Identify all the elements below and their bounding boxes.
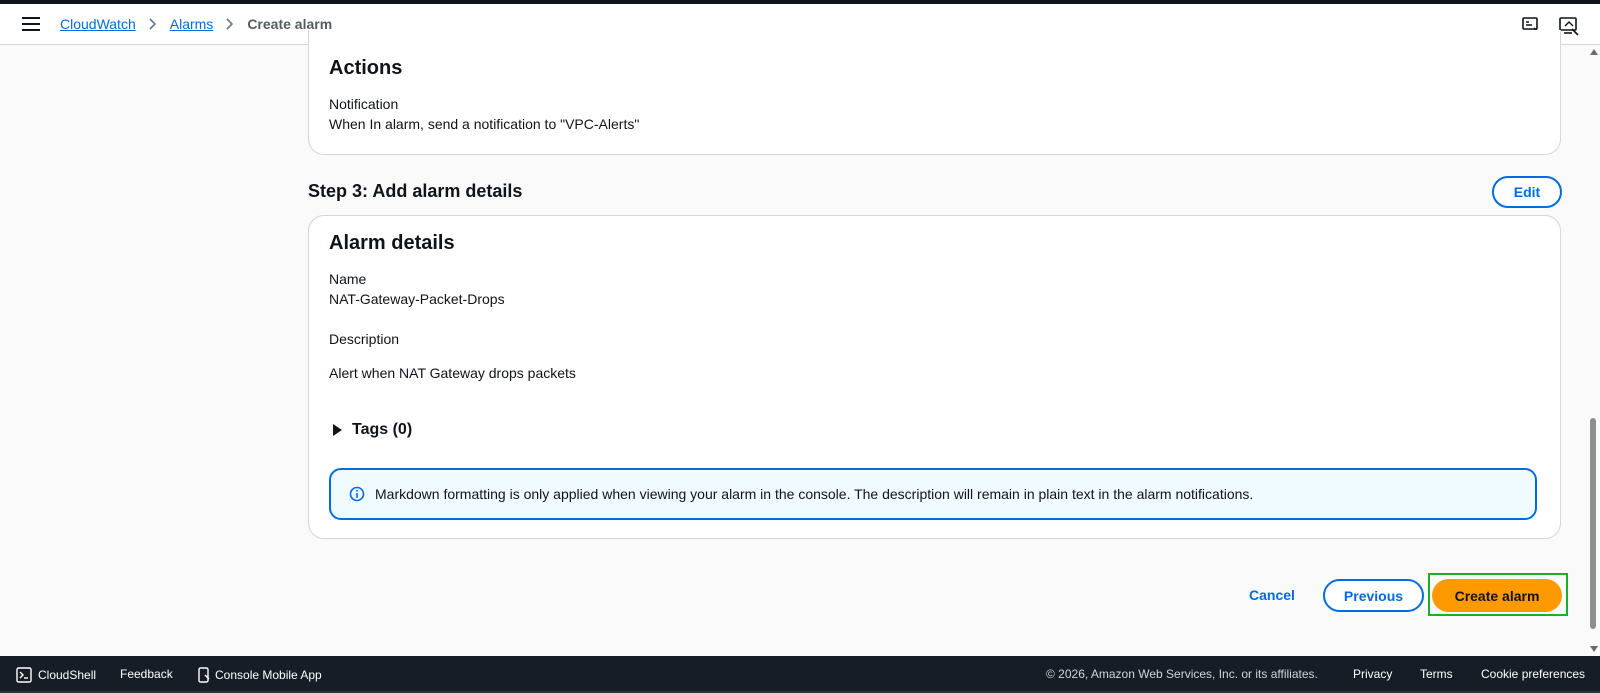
chevron-right-icon <box>149 18 157 30</box>
edit-step-3-button[interactable]: Edit <box>1492 176 1562 208</box>
cancel-button[interactable]: Cancel <box>1249 587 1295 603</box>
console-footer: CloudShell Feedback Console Mobile App ©… <box>0 656 1600 693</box>
chevron-right-icon <box>226 18 234 30</box>
menu-icon[interactable] <box>22 17 40 31</box>
description-label: Description <box>329 331 400 347</box>
caret-right-icon <box>333 424 342 436</box>
name-value: NAT-Gateway-Packet-Drops <box>329 291 505 307</box>
footer-mobile-app[interactable]: Console Mobile App <box>198 667 322 683</box>
mobile-phone-icon <box>198 667 210 683</box>
notification-value: When In alarm, send a notification to "V… <box>329 116 640 132</box>
notification-label: Notification <box>329 96 399 112</box>
footer-terms[interactable]: Terms <box>1420 667 1453 681</box>
previous-button[interactable]: Previous <box>1323 579 1424 612</box>
footer-copyright: © 2026, Amazon Web Services, Inc. or its… <box>1046 667 1318 681</box>
alarm-details-container: Alarm details Name NAT-Gateway-Packet-Dr… <box>308 215 1561 539</box>
footer-cookie-preferences[interactable]: Cookie preferences <box>1481 667 1585 681</box>
scroll-up-arrow-icon[interactable] <box>1590 49 1598 55</box>
footer-cloudshell[interactable]: CloudShell <box>16 667 96 683</box>
page-scrollbar[interactable] <box>1586 45 1600 656</box>
footer-privacy[interactable]: Privacy <box>1353 667 1392 681</box>
info-alert: Markdown formatting is only applied when… <box>329 468 1537 520</box>
info-icon <box>349 486 365 502</box>
alarm-details-heading: Alarm details <box>329 232 455 254</box>
breadcrumb-cloudwatch[interactable]: CloudWatch <box>60 16 136 32</box>
step-3-title: Step 3: Add alarm details <box>308 181 523 201</box>
tags-label: Tags (0) <box>352 421 413 438</box>
scrollbar-thumb[interactable] <box>1590 418 1596 629</box>
name-label: Name <box>329 271 367 287</box>
breadcrumb-alarms[interactable]: Alarms <box>170 16 214 32</box>
create-alarm-button[interactable]: Create alarm <box>1432 579 1562 612</box>
description-value: Alert when NAT Gateway drops packets <box>329 365 576 381</box>
tags-expander[interactable]: Tags (0) <box>329 421 412 439</box>
scroll-down-arrow-icon[interactable] <box>1590 646 1598 652</box>
actions-container: Actions Notification When In alarm, send… <box>308 30 1561 155</box>
display-settings-icon[interactable] <box>1558 15 1580 37</box>
info-alert-message: Markdown formatting is only applied when… <box>375 486 1254 502</box>
footer-feedback[interactable]: Feedback <box>120 667 173 681</box>
footer-cloudshell-label: CloudShell <box>38 668 97 682</box>
footer-mobile-app-label: Console Mobile App <box>215 668 322 682</box>
breadcrumb: CloudWatch Alarms Create alarm <box>60 16 332 32</box>
terminal-icon <box>16 667 32 683</box>
actions-heading: Actions <box>329 57 403 79</box>
